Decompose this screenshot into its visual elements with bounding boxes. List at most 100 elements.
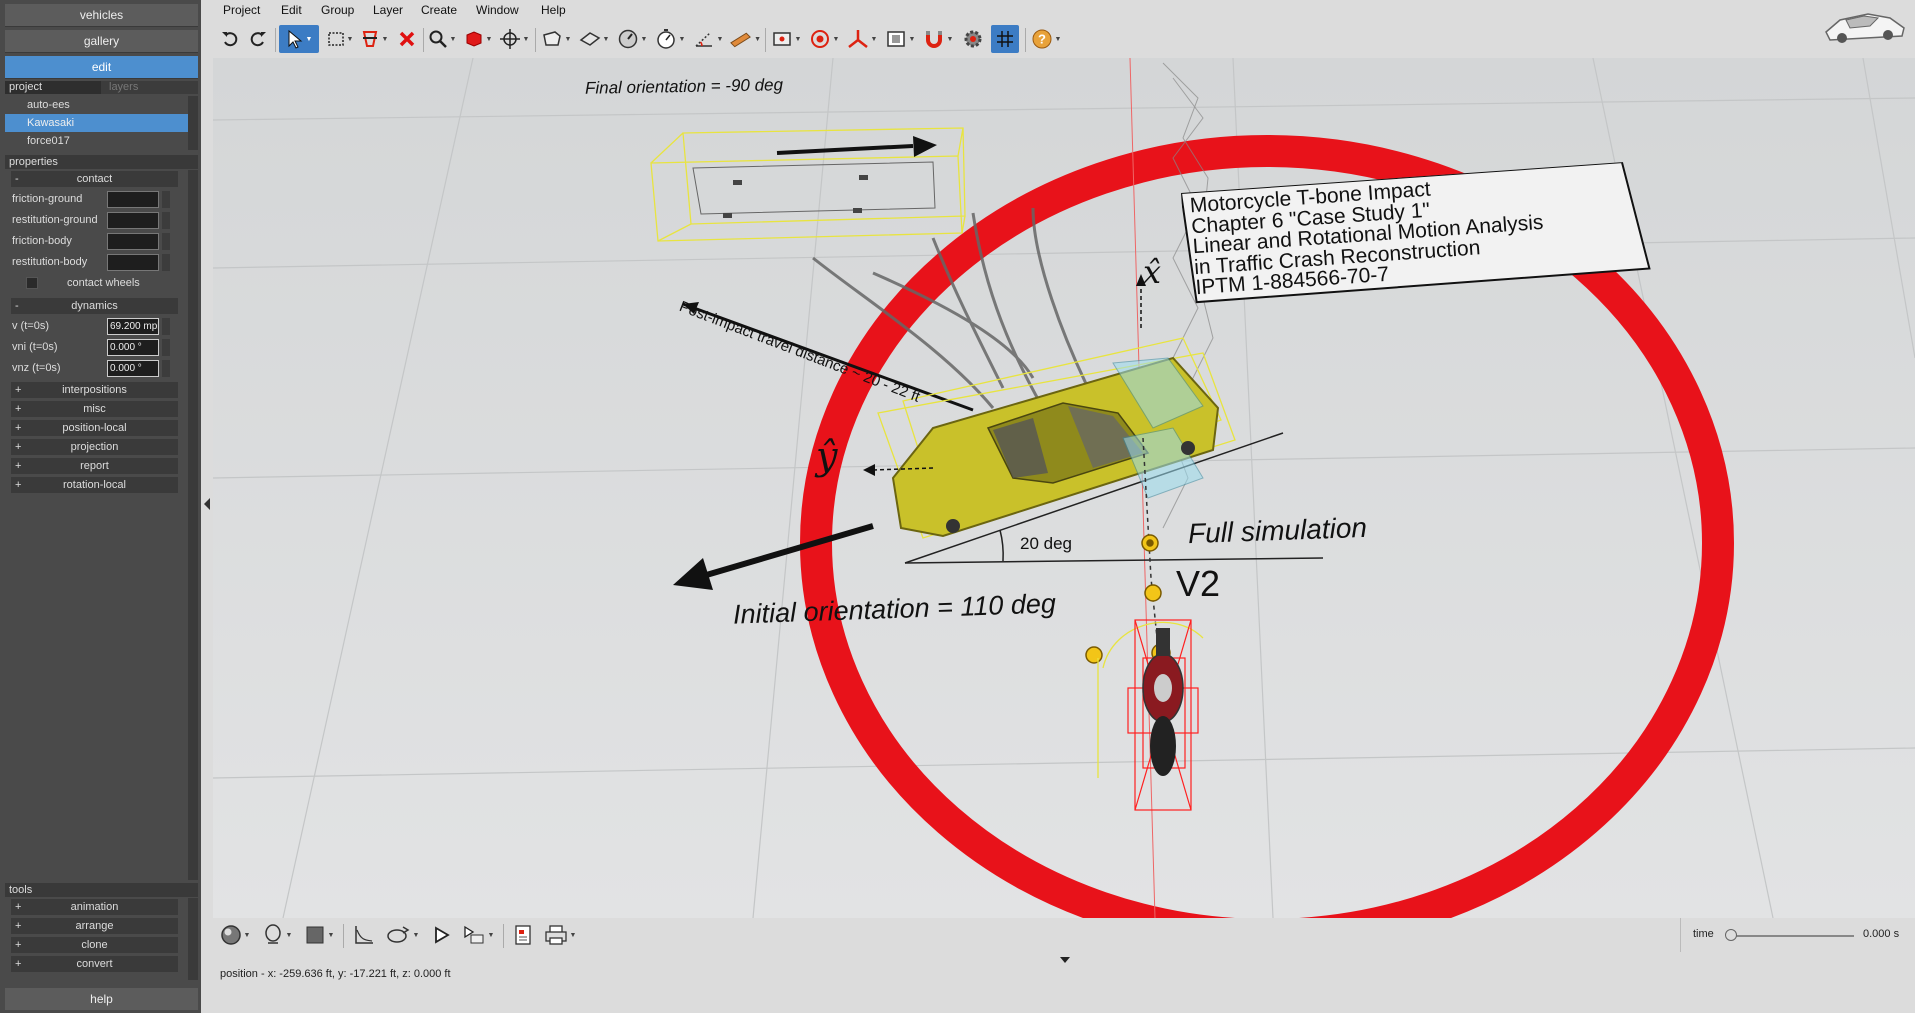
menu-project[interactable]: Project (223, 3, 260, 17)
tool-animation[interactable]: + animation (11, 899, 178, 915)
graph-icon[interactable] (349, 921, 379, 949)
prop-label-restitution-ground: restitution-ground (12, 214, 98, 226)
help-button[interactable]: help (5, 988, 198, 1010)
redo-icon[interactable] (247, 25, 269, 53)
contact-wheels-label: contact wheels (67, 277, 140, 289)
v-spin[interactable] (162, 318, 170, 335)
group-position-local[interactable]: + position-local (11, 420, 178, 436)
subtabs: project layers (5, 81, 198, 94)
friction-body-spin[interactable] (162, 233, 170, 250)
path-icon[interactable]: ▼ (383, 921, 421, 949)
vehicle-select-icon[interactable]: ▼ (359, 25, 389, 53)
menu-help[interactable]: Help (541, 3, 566, 17)
tool-arrange[interactable]: + arrange (11, 918, 178, 934)
tool-clone[interactable]: + clone (11, 937, 178, 953)
x-axis-label: x̂ (1143, 253, 1162, 291)
restitution-ground-field[interactable] (107, 212, 159, 229)
svg-text:?: ? (1038, 32, 1046, 47)
project-item-force017[interactable]: force017 (5, 132, 188, 150)
axes-icon[interactable]: ▼ (845, 25, 879, 53)
tool-convert[interactable]: + convert (11, 956, 178, 972)
delete-icon[interactable] (395, 25, 419, 53)
group-contact[interactable]: - contact (11, 171, 178, 187)
render-icon[interactable]: ▼ (883, 25, 917, 53)
group-interpositions[interactable]: + interpositions (11, 382, 178, 398)
cube-icon[interactable]: ▼ (463, 25, 493, 53)
v2-label: V2 (1176, 563, 1221, 604)
properties-header: properties (5, 155, 198, 169)
collapse-panel-arrow[interactable] (204, 498, 210, 510)
grid-icon[interactable] (991, 25, 1019, 53)
v-field[interactable]: 69.200 mph (107, 318, 159, 335)
group-misc[interactable]: + misc (11, 401, 178, 417)
restitution-body-field[interactable] (107, 254, 159, 271)
tools-scrollbar[interactable] (188, 898, 198, 980)
camera-icon[interactable]: ▼ (769, 25, 803, 53)
menu-window[interactable]: Window (476, 3, 519, 17)
menu-bar: Project Edit Group Layer Create Window H… (213, 0, 1713, 20)
zoom-icon[interactable]: ▼ (427, 25, 457, 53)
logo-car-icon (1820, 2, 1910, 53)
tab-gallery[interactable]: gallery (5, 30, 198, 53)
project-scrollbar[interactable] (188, 96, 198, 150)
project-item-kawasaki[interactable]: Kawasaki (5, 114, 188, 132)
move-icon[interactable]: ▼ (497, 25, 531, 53)
expand-chevron-icon[interactable] (1060, 957, 1070, 963)
report-icon[interactable] (509, 921, 537, 949)
gauge-icon[interactable]: ▼ (615, 25, 649, 53)
time-slider-thumb[interactable] (1725, 929, 1737, 941)
prop-label-vni: vni (t=0s) (12, 341, 58, 353)
group-contact-label: contact (76, 173, 113, 185)
tab-vehicles[interactable]: vehicles (5, 4, 198, 27)
stopwatch-icon[interactable]: ▼ (653, 25, 687, 53)
contact-wheels-checkbox[interactable] (26, 277, 38, 289)
play-icon[interactable] (427, 921, 455, 949)
prop-label-vnz: vnz (t=0s) (12, 362, 61, 374)
angle-label: 20 deg (1020, 534, 1072, 553)
sequence-icon[interactable]: ▼ (459, 921, 497, 949)
full-simulation-label: Full simulation (1187, 511, 1368, 550)
vnz-field[interactable]: 0.000 ° (107, 360, 159, 377)
prop-label-v: v (t=0s) (12, 320, 49, 332)
measure-icon[interactable]: ▼ (691, 25, 725, 53)
vni-spin[interactable] (162, 339, 170, 356)
group-rotation-local[interactable]: + rotation-local (11, 477, 178, 493)
vni-field[interactable]: 0.000 ° (107, 339, 159, 356)
square-icon[interactable]: ▼ (301, 921, 337, 949)
group-report[interactable]: + report (11, 458, 178, 474)
menu-edit[interactable]: Edit (281, 3, 302, 17)
friction-ground-spin[interactable] (162, 191, 170, 208)
undo-icon[interactable] (219, 25, 241, 53)
vnz-spin[interactable] (162, 360, 170, 377)
project-item-auto-ees[interactable]: auto-ees (5, 96, 188, 114)
restitution-ground-spin[interactable] (162, 212, 170, 229)
gear-icon[interactable] (959, 25, 987, 53)
3d-viewport[interactable]: Final orientation = -90 deg Post-impact … (213, 58, 1915, 918)
head-icon[interactable]: ▼ (259, 921, 295, 949)
box-icon[interactable]: ▼ (539, 25, 573, 53)
ruler-icon[interactable]: ▼ (729, 25, 761, 53)
sphere-icon[interactable]: ▼ (217, 921, 253, 949)
properties-scrollbar[interactable] (188, 170, 198, 880)
group-projection[interactable]: + projection (11, 439, 178, 455)
surface-icon[interactable]: ▼ (577, 25, 611, 53)
group-dynamics[interactable]: - dynamics (11, 298, 178, 314)
menu-create[interactable]: Create (421, 3, 457, 17)
subtab-layers[interactable]: layers (105, 81, 185, 94)
select-arrow-icon[interactable]: ▼ (279, 25, 319, 53)
friction-body-field[interactable] (107, 233, 159, 250)
tools-header: tools (5, 883, 198, 897)
rectangle-select-icon[interactable]: ▼ (325, 25, 355, 53)
target-icon[interactable]: ▼ (807, 25, 841, 53)
friction-ground-field[interactable] (107, 191, 159, 208)
help-icon[interactable]: ? ▼ (1029, 25, 1063, 53)
time-slider-track[interactable] (1729, 935, 1854, 937)
menu-layer[interactable]: Layer (373, 3, 403, 17)
subtab-project[interactable]: project (5, 81, 101, 94)
restitution-body-spin[interactable] (162, 254, 170, 271)
print-icon[interactable]: ▼ (541, 921, 579, 949)
tab-edit[interactable]: edit (5, 56, 198, 79)
magnet-icon[interactable]: ▼ (921, 25, 955, 53)
scene-drawing (213, 58, 1915, 918)
menu-group[interactable]: Group (321, 3, 354, 17)
